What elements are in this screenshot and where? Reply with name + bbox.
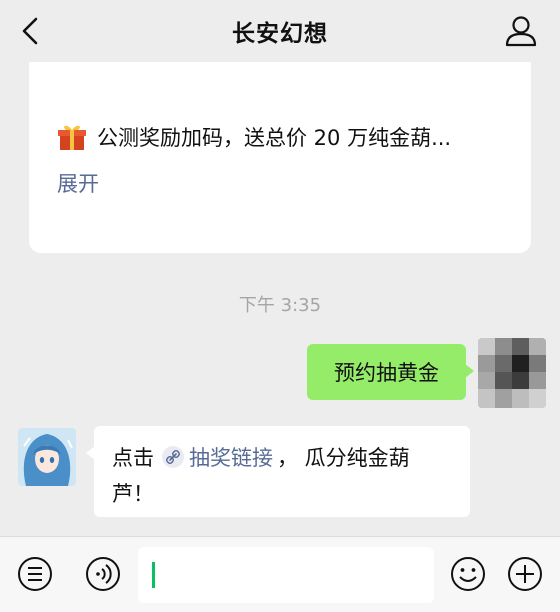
profile-icon: [505, 16, 537, 47]
article-card[interactable]: 公测奖励加码，送总价 20 万纯金葫... 展开: [29, 62, 531, 253]
chat-title: 长安幻想: [232, 21, 328, 47]
lottery-link[interactable]: 抽奖链接: [162, 442, 273, 472]
contact-avatar[interactable]: [18, 428, 76, 486]
voice-button[interactable]: [84, 555, 122, 593]
chat-header: 长安幻想: [0, 0, 560, 62]
message-suffix: ， 瓜分纯金葫: [277, 446, 410, 470]
input-toolbar: [0, 536, 560, 612]
emoji-button[interactable]: [449, 555, 487, 593]
card-text-content: 公测奖励加码，送总价 20 万纯金葫...: [97, 126, 452, 150]
sent-message-bubble[interactable]: 预约抽黄金: [307, 344, 474, 400]
voice-icon: [86, 557, 120, 591]
message-input[interactable]: [138, 547, 434, 603]
plus-button[interactable]: [506, 555, 544, 593]
link-text: 抽奖链接: [189, 446, 273, 470]
emoji-icon: [451, 557, 485, 591]
menu-button[interactable]: [16, 555, 54, 593]
received-message-bubble[interactable]: 点击 抽奖链接 ， 瓜分纯金葫 芦！: [86, 426, 470, 517]
plus-icon: [508, 557, 542, 591]
message-timestamp: 下午 3:35: [238, 295, 322, 316]
menu-icon: [18, 557, 52, 591]
expand-link[interactable]: 展开: [57, 168, 99, 198]
message-prefix: 点击: [112, 446, 154, 470]
message-line-1: 点击 抽奖链接 ， 瓜分纯金葫: [112, 442, 410, 472]
text-cursor: [152, 562, 155, 588]
profile-button[interactable]: [504, 14, 538, 48]
my-avatar[interactable]: [478, 338, 546, 408]
link-icon: [162, 446, 184, 468]
message-line-2: 芦！: [112, 482, 154, 506]
card-text: 公测奖励加码，送总价 20 万纯金葫...: [57, 122, 451, 152]
gift-icon: [58, 125, 86, 150]
sent-message-text: 预约抽黄金: [334, 361, 439, 385]
